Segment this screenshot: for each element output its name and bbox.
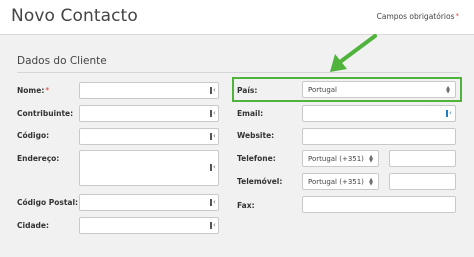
select-arrows-icon: ▲ ▼ — [369, 153, 373, 164]
website-input[interactable] — [302, 128, 456, 145]
email-label: Email: — [237, 109, 264, 118]
fax-label: Fax: — [237, 201, 255, 210]
nome-label: Nome:* — [17, 86, 49, 95]
required-mark: * — [45, 86, 50, 95]
contribuinte-label: Contribuinte: — [17, 109, 74, 118]
telefone-country-value: Portugal (+351) — [308, 154, 364, 163]
pais-highlight-box — [232, 77, 462, 102]
page-header: Novo Contacto Campos obrigatórios* — [0, 0, 474, 35]
page-title: Novo Contacto — [11, 6, 138, 26]
codigo-label: Código: — [17, 131, 50, 140]
telefone-label: Telefone: — [237, 154, 276, 163]
telemovel-country-value: Portugal (+351) — [308, 177, 364, 186]
section-divider — [17, 72, 460, 73]
contribuinte-input[interactable] — [79, 105, 219, 122]
fax-input[interactable] — [302, 196, 456, 213]
codigo-input[interactable] — [79, 128, 219, 145]
endereco-textarea[interactable] — [79, 150, 219, 186]
endereco-label: Endereço: — [17, 154, 60, 163]
required-fields-note: Campos obrigatórios* — [377, 12, 459, 21]
nome-input[interactable] — [79, 82, 219, 99]
cidade-input[interactable] — [79, 217, 219, 234]
required-fields-note-label: Campos obrigatórios — [376, 12, 455, 21]
codigo-postal-input[interactable] — [79, 194, 219, 211]
cidade-label: Cidade: — [17, 221, 49, 230]
select-arrows-icon: ▲ ▼ — [369, 176, 373, 187]
telefone-country-select[interactable]: Portugal (+351) ▲ ▼ — [302, 150, 379, 167]
nome-label-text: Nome: — [17, 86, 45, 95]
email-input[interactable] — [302, 105, 456, 122]
telefone-input[interactable] — [389, 150, 456, 167]
telemovel-label: Telemóvel: — [237, 177, 283, 186]
website-label: Website: — [237, 131, 275, 140]
codigo-postal-label: Código Postal: — [17, 198, 79, 207]
telemovel-country-select[interactable]: Portugal (+351) ▲ ▼ — [302, 173, 379, 190]
green-arrow-icon — [330, 34, 377, 72]
section-title: Dados do Cliente — [17, 55, 107, 67]
required-mark: * — [455, 12, 460, 20]
telemovel-input[interactable] — [389, 173, 456, 190]
